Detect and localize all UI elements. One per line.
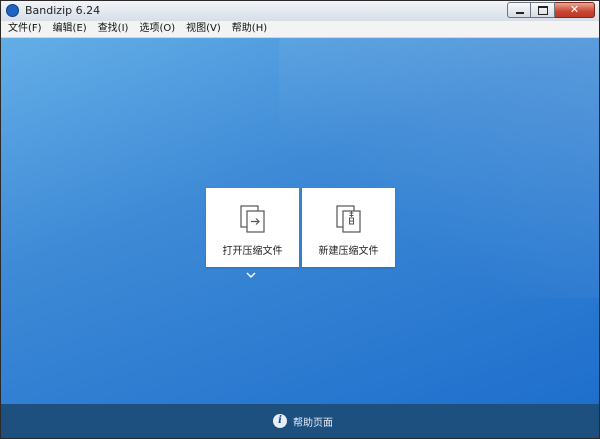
minimize-button[interactable]: [507, 2, 531, 18]
open-archive-label: 打开压缩文件: [222, 246, 283, 257]
close-icon: ✕: [569, 3, 580, 16]
footer-bar: i 帮助页面: [1, 404, 599, 438]
menu-edit[interactable]: 编辑(E): [46, 21, 91, 37]
open-archive-icon: [240, 205, 265, 233]
app-window: Bandizip 6.24 ✕ 文件(F) 编辑(E) 查找(I) 选项(O) …: [0, 0, 600, 439]
menu-find[interactable]: 查找(I): [91, 21, 133, 37]
main-area: 打开压缩文件 新建压缩文件: [1, 38, 599, 404]
help-page-link[interactable]: i 帮助页面: [273, 412, 333, 430]
chevron-down-icon[interactable]: [245, 270, 257, 280]
info-icon: i: [273, 414, 287, 428]
open-archive-button[interactable]: 打开压缩文件: [206, 188, 299, 267]
menu-file[interactable]: 文件(F): [1, 21, 46, 37]
menu-help[interactable]: 帮助(H): [225, 21, 271, 37]
close-button[interactable]: ✕: [555, 2, 595, 18]
new-archive-label: 新建压缩文件: [318, 246, 379, 257]
menu-bar: 文件(F) 编辑(E) 查找(I) 选项(O) 视图(V) 帮助(H): [1, 21, 599, 38]
help-page-label: 帮助页面: [293, 417, 333, 429]
title-bar[interactable]: Bandizip 6.24 ✕: [1, 1, 599, 22]
bandizip-logo-icon: [6, 4, 19, 17]
window-controls: ✕: [507, 2, 595, 19]
new-archive-icon: [336, 205, 361, 233]
maximize-button[interactable]: [531, 2, 555, 18]
window-title: Bandizip 6.24: [25, 4, 101, 17]
menu-view[interactable]: 视图(V): [179, 21, 225, 37]
menu-options[interactable]: 选项(O): [132, 21, 179, 37]
new-archive-button[interactable]: 新建压缩文件: [302, 188, 395, 267]
